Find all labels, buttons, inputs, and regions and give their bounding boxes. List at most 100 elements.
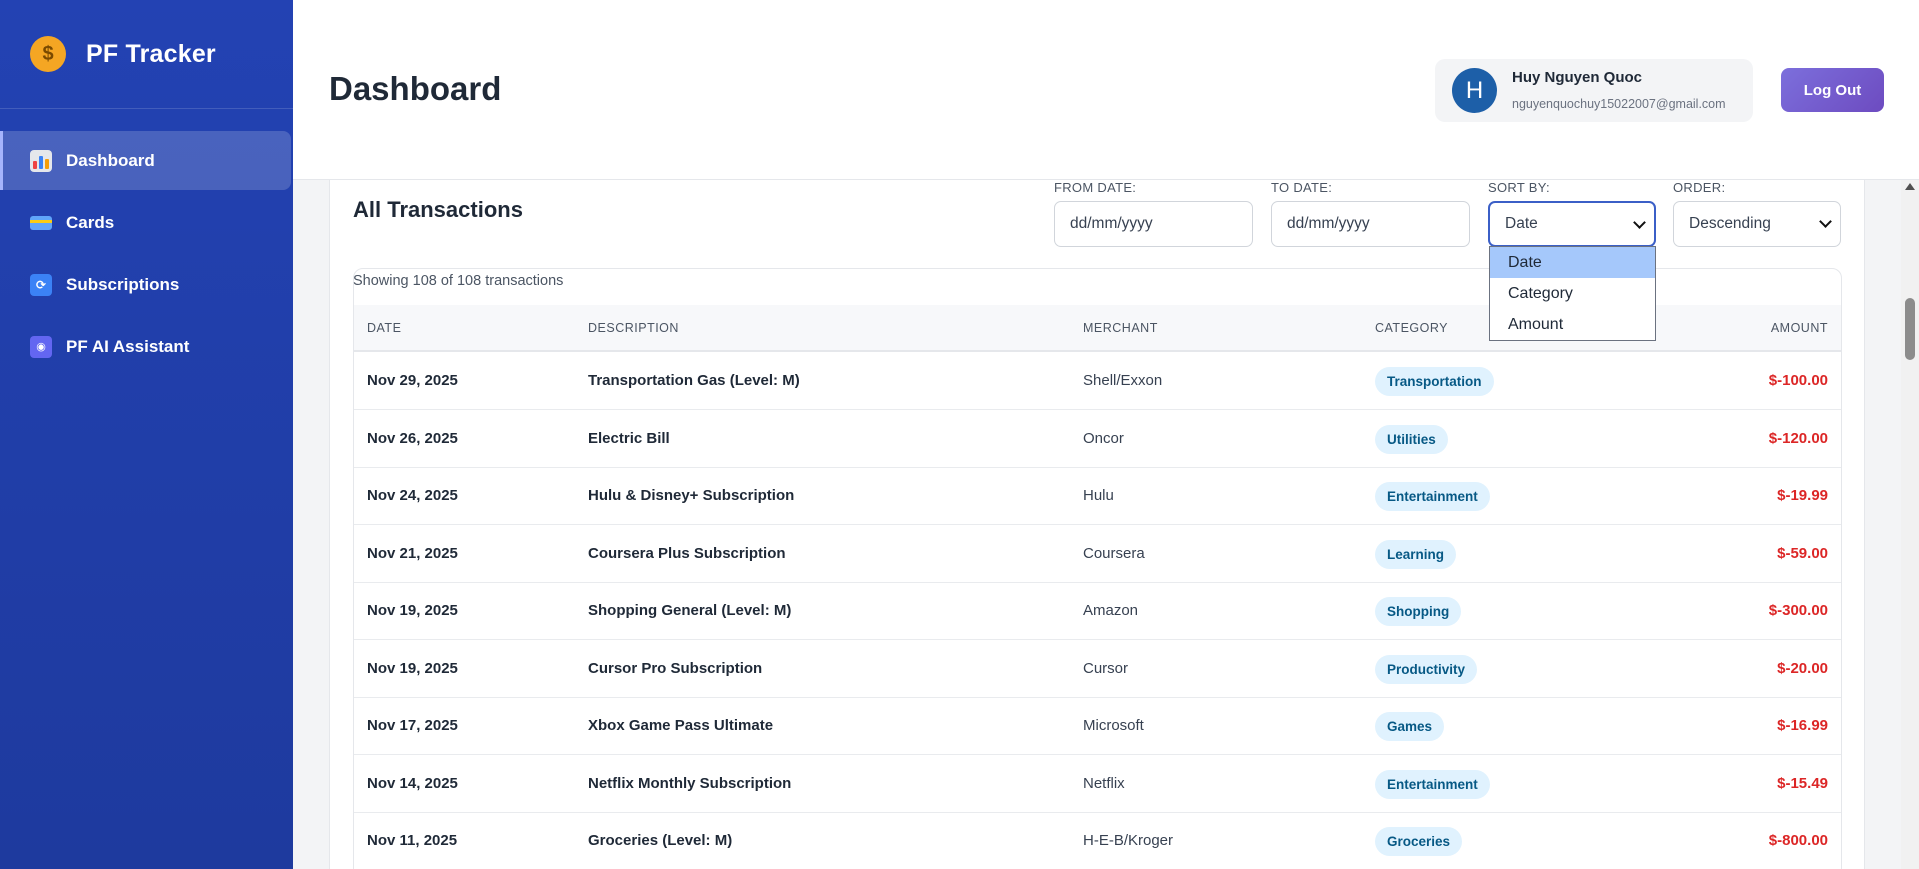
table-row[interactable]: Nov 19, 2025 Cursor Pro Subscription Curso… xyxy=(354,641,1841,698)
sort-by-select[interactable]: Date xyxy=(1488,201,1656,247)
cell-merchant: Oncor xyxy=(1083,429,1124,447)
cell-merchant: Shell/Exxon xyxy=(1083,372,1163,389)
category-badge: Transportation xyxy=(1375,367,1494,396)
page-title: Dashboard xyxy=(329,70,502,107)
sort-option-date[interactable]: Date xyxy=(1490,247,1655,278)
to-date-input[interactable]: dd/mm/yyyy xyxy=(1271,201,1470,247)
table-row[interactable]: Nov 29, 2025 Transportation Gas (Level: M… xyxy=(354,353,1841,410)
sort-option-amount[interactable]: Amount xyxy=(1490,309,1655,340)
cell-date: Nov 17, 2025 xyxy=(367,717,458,734)
column-header-amount[interactable]: AMOUNT xyxy=(1771,321,1828,335)
from-date-filter: FROM DATE: dd/mm/yyyy xyxy=(1054,180,1253,247)
table-row[interactable]: Nov 21, 2025 Coursera Plus Subscription Co… xyxy=(354,526,1841,583)
money-bag-icon: $ xyxy=(30,36,66,72)
user-name: Huy Nguyen Quoc xyxy=(1512,69,1643,86)
cell-description: Shopping General (Level: M) xyxy=(588,602,792,619)
order-select[interactable]: Descending xyxy=(1673,201,1841,247)
sort-by-label: SORT BY: xyxy=(1488,180,1550,195)
user-email: nguyenquochuy15022007@gmail.com xyxy=(1512,97,1726,111)
cell-merchant: H-E-B/Kroger xyxy=(1083,832,1174,849)
cell-merchant: Coursera xyxy=(1083,544,1145,562)
column-header-merchant[interactable]: MERCHANT xyxy=(1083,321,1158,335)
sidebar-item-ai-assistant[interactable]: ◉ PF AI Assistant xyxy=(0,317,293,376)
sidebar-item-cards[interactable]: Cards xyxy=(0,193,293,252)
robot-icon: ◉ xyxy=(30,335,52,358)
sort-by-dropdown: Date Category Amount xyxy=(1489,246,1656,341)
cell-date: Nov 29, 2025 xyxy=(367,372,458,389)
category-badge: Shopping xyxy=(1375,597,1462,626)
cell-amount: $-59.00 xyxy=(1777,544,1828,562)
table-row[interactable]: Nov 19, 2025 Shopping General (Level: M) A… xyxy=(354,583,1841,640)
sort-option-category[interactable]: Category xyxy=(1490,278,1655,309)
cell-date: Nov 26, 2025 xyxy=(367,429,458,447)
from-date-input[interactable]: dd/mm/yyyy xyxy=(1054,201,1253,247)
column-header-date[interactable]: DATE xyxy=(367,321,401,335)
sidebar-item-label: Cards xyxy=(66,212,115,232)
sidebar-item-subscriptions[interactable]: ⟳ Subscriptions xyxy=(0,255,293,314)
table-row[interactable]: Nov 24, 2025 Hulu & Disney+ Subscription H… xyxy=(354,468,1841,525)
logout-button[interactable]: Log Out xyxy=(1781,68,1884,112)
sort-by-value: Date xyxy=(1505,215,1538,232)
chevron-down-icon xyxy=(1819,215,1832,228)
cell-description: Cursor Pro Subscription xyxy=(588,659,763,677)
category-badge: Groceries xyxy=(1375,827,1463,856)
cell-date: Nov 11, 2025 xyxy=(367,832,458,849)
cell-amount: $-100.00 xyxy=(1768,372,1828,389)
avatar: H xyxy=(1452,68,1497,113)
cell-description: Netflix Monthly Subscription xyxy=(588,774,792,792)
chart-icon xyxy=(30,149,52,172)
category-badge: Games xyxy=(1375,712,1445,741)
sidebar-item-label: Subscriptions xyxy=(66,274,180,294)
cell-amount: $-800.00 xyxy=(1768,832,1828,849)
category-badge: Learning xyxy=(1375,539,1457,569)
top-header: Dashboard H Huy Nguyen Quoc nguyenquochu… xyxy=(293,0,1919,180)
cell-date: Nov 24, 2025 xyxy=(367,487,458,504)
transactions-title: All Transactions xyxy=(353,197,523,222)
to-date-filter: TO DATE: dd/mm/yyyy xyxy=(1271,180,1470,247)
to-date-label: TO DATE: xyxy=(1271,180,1333,195)
sidebar: $ PF Tracker Dashboard Cards ⟳ Subscript… xyxy=(0,0,293,869)
cell-merchant: Hulu xyxy=(1083,487,1114,504)
cell-date: Nov 19, 2025 xyxy=(367,659,458,677)
table-row[interactable]: Nov 17, 2025 Xbox Game Pass Ultimate Micro… xyxy=(354,698,1841,755)
category-badge: Entertainment xyxy=(1375,482,1490,511)
cell-amount: $-19.99 xyxy=(1777,487,1828,504)
cell-description: Electric Bill xyxy=(588,429,670,447)
category-badge: Productivity xyxy=(1375,654,1478,684)
sidebar-nav: Dashboard Cards ⟳ Subscriptions ◉ PF AI … xyxy=(0,131,293,376)
cell-amount: $-300.00 xyxy=(1768,602,1828,619)
category-badge: Entertainment xyxy=(1375,769,1490,799)
page-scrollbar[interactable] xyxy=(1901,180,1919,869)
cell-amount: $-15.49 xyxy=(1777,774,1828,792)
scroll-up-arrow-icon[interactable] xyxy=(1905,183,1915,190)
user-profile: H Huy Nguyen Quoc nguyenquochuy15022007@… xyxy=(1435,59,1753,122)
cell-merchant: Microsoft xyxy=(1083,717,1144,734)
table-row[interactable]: Nov 14, 2025 Netflix Monthly Subscription… xyxy=(354,756,1841,813)
from-date-label: FROM DATE: xyxy=(1054,180,1137,195)
table-row[interactable]: Nov 26, 2025 Electric Bill Oncor Utilities $… xyxy=(354,411,1841,468)
scrollbar-thumb[interactable] xyxy=(1905,298,1915,360)
table-row[interactable]: Nov 11, 2025 Groceries (Level: M) H-E-B/Kr… xyxy=(354,813,1841,869)
order-label: ORDER: xyxy=(1673,180,1726,195)
showing-count: Showing 108 of 108 transactions xyxy=(353,273,564,289)
brand-title: PF Tracker xyxy=(86,39,216,68)
cell-date: Nov 19, 2025 xyxy=(367,602,458,619)
sidebar-item-dashboard[interactable]: Dashboard xyxy=(0,131,291,190)
credit-card-icon xyxy=(30,215,52,230)
cell-amount: $-20.00 xyxy=(1777,659,1828,677)
cell-description: Groceries (Level: M) xyxy=(588,832,733,849)
cell-description: Hulu & Disney+ Subscription xyxy=(588,487,795,504)
sort-by-filter: SORT BY: Date xyxy=(1488,180,1656,247)
cell-merchant: Netflix xyxy=(1083,774,1125,792)
cell-amount: $-16.99 xyxy=(1777,717,1828,734)
order-filter: ORDER: Descending xyxy=(1673,180,1841,247)
brand[interactable]: $ PF Tracker xyxy=(0,0,293,109)
cell-description: Coursera Plus Subscription xyxy=(588,544,786,562)
order-value: Descending xyxy=(1689,215,1771,232)
cell-date: Nov 14, 2025 xyxy=(367,774,458,792)
chevron-down-icon xyxy=(1633,216,1646,229)
cell-description: Transportation Gas (Level: M) xyxy=(588,372,800,389)
column-header-description[interactable]: DESCRIPTION xyxy=(588,321,679,335)
cell-date: Nov 21, 2025 xyxy=(367,544,458,562)
column-header-category[interactable]: CATEGORY xyxy=(1375,321,1448,335)
